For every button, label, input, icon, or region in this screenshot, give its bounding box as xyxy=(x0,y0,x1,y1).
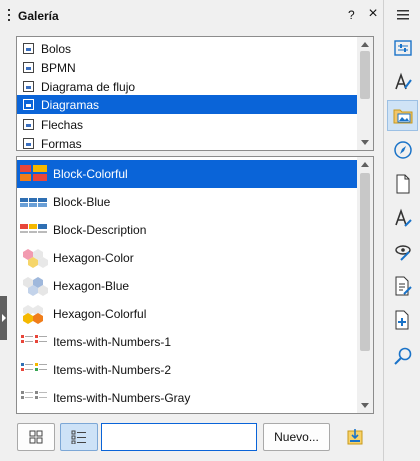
theme-item[interactable]: Formas xyxy=(17,134,357,151)
manage-changes-icon xyxy=(394,244,411,261)
scroll-thumb[interactable] xyxy=(360,173,370,351)
gallery-item-label: Block-Blue xyxy=(53,195,111,209)
sidebar-tabbar xyxy=(385,0,420,461)
detail-view-icon xyxy=(71,430,86,444)
sidebar-page[interactable] xyxy=(387,168,418,199)
gallery-toolbar: Nuevo... xyxy=(0,418,384,461)
navigator-icon xyxy=(393,140,412,159)
sidebar-style-inspector[interactable] xyxy=(387,202,418,233)
theme-label: BPMN xyxy=(41,60,76,75)
hexagon-blue-thumbnail-icon xyxy=(23,277,48,296)
theme-label: Bolos xyxy=(41,41,72,56)
find-icon xyxy=(393,347,411,365)
theme-list[interactable]: Bolos BPMN Diagrama de flujo Diagramas F… xyxy=(16,36,374,151)
gallery-item-label: Block-Description xyxy=(53,223,147,237)
collapse-handle[interactable] xyxy=(0,296,7,340)
theme-item[interactable]: BPMN xyxy=(17,58,357,77)
theme-folder-icon xyxy=(23,99,34,110)
scroll-up-arrow-icon[interactable] xyxy=(361,162,369,167)
insert-button[interactable] xyxy=(338,423,374,451)
theme-item[interactable]: Bolos xyxy=(17,39,357,58)
gallery-item-label: Hexagon-Blue xyxy=(53,279,130,293)
gallery-items-list[interactable]: Block-Colorful Block-Blue Block-Descript… xyxy=(16,156,374,414)
insert-into-document-icon xyxy=(347,429,363,445)
theme-list-scrollbar[interactable] xyxy=(357,37,373,150)
search-input[interactable] xyxy=(101,423,257,451)
gallery-list-scrollbar[interactable] xyxy=(357,157,373,413)
block-colorful-thumbnail-icon xyxy=(20,165,47,181)
theme-folder-icon xyxy=(23,43,34,54)
items-numbers-2-thumbnail-icon xyxy=(21,363,47,371)
drag-grip-icon[interactable] xyxy=(8,9,11,23)
gallery-item[interactable]: Block-Description xyxy=(17,216,358,244)
sidebar-manage-changes[interactable] xyxy=(387,236,418,267)
gallery-item-label: Hexagon-Colorful xyxy=(53,307,147,321)
scroll-up-arrow-icon[interactable] xyxy=(361,42,369,47)
gallery-item[interactable]: Block-Blue xyxy=(17,188,358,216)
panel-title: Galería xyxy=(18,9,59,23)
style-inspector-icon xyxy=(394,208,412,227)
gallery-item[interactable]: Items-with-Numbers-Gray xyxy=(17,384,358,412)
sidebar-navigator[interactable] xyxy=(387,134,418,165)
gallery-item-selected[interactable]: Block-Colorful xyxy=(17,160,358,188)
gallery-item-label: Items-with-Numbers-2 xyxy=(53,363,172,377)
icon-view-icon xyxy=(29,430,43,444)
gallery-item-label: Hexagon-Color xyxy=(53,251,134,265)
sidebar-master-pages[interactable] xyxy=(387,304,418,335)
hexagon-color-thumbnail-icon xyxy=(23,249,48,268)
hamburger-menu-icon xyxy=(396,10,409,20)
theme-label: Diagramas xyxy=(41,97,100,112)
close-button[interactable]: × xyxy=(366,5,380,23)
theme-label: Flechas xyxy=(41,117,84,132)
theme-folder-icon xyxy=(23,81,34,92)
block-blue-thumbnail-icon xyxy=(20,198,47,207)
new-theme-button[interactable]: Nuevo... xyxy=(263,423,330,451)
gallery-item[interactable]: Hexagon-Color xyxy=(17,244,358,272)
scroll-down-arrow-icon[interactable] xyxy=(361,403,369,408)
styles-icon xyxy=(394,72,412,89)
theme-item-selected[interactable]: Diagramas xyxy=(17,95,357,114)
help-button[interactable]: ? xyxy=(348,8,355,22)
page-icon xyxy=(396,174,409,193)
items-numbers-gray-thumbnail-icon xyxy=(21,391,47,399)
theme-item[interactable]: Flechas xyxy=(17,115,357,134)
block-description-thumbnail-icon xyxy=(20,224,47,233)
gallery-icon xyxy=(393,109,412,123)
sidebar-design[interactable] xyxy=(387,270,418,301)
gallery-item-label: Block-Colorful xyxy=(53,167,128,181)
panel-titlebar: Galería ? × xyxy=(0,0,384,32)
theme-label: Formas xyxy=(41,136,82,151)
scroll-thumb[interactable] xyxy=(360,51,370,99)
gallery-item[interactable]: Hexagon-Blue xyxy=(17,272,358,300)
detail-view-button[interactable] xyxy=(60,423,98,451)
theme-item[interactable]: Diagrama de flujo xyxy=(17,77,357,96)
icon-view-button[interactable] xyxy=(17,423,55,451)
gallery-item[interactable]: Hexagon-Colorful xyxy=(17,300,358,328)
gallery-item-label: Items-with-Numbers-1 xyxy=(53,335,172,349)
gallery-item[interactable]: Items-with-Numbers-1 xyxy=(17,328,358,356)
sidebar-menu-button[interactable] xyxy=(387,4,418,26)
sidebar-properties[interactable] xyxy=(387,32,418,63)
items-numbers-1-thumbnail-icon xyxy=(21,335,47,343)
sidebar-gallery[interactable] xyxy=(387,100,418,131)
gallery-item[interactable]: Items-with-Numbers-2 xyxy=(17,356,358,384)
master-pages-icon xyxy=(395,310,408,329)
sidebar-styles[interactable] xyxy=(387,66,418,97)
theme-folder-icon xyxy=(23,62,34,73)
theme-folder-icon xyxy=(23,119,34,130)
hexagon-colorful-thumbnail-icon xyxy=(23,305,43,324)
theme-folder-icon xyxy=(23,138,34,149)
gallery-item-label: Items-with-Numbers-Gray xyxy=(53,391,191,405)
scroll-down-arrow-icon[interactable] xyxy=(361,140,369,145)
design-icon xyxy=(395,276,412,295)
gallery-panel: Galería ? × Bolos BPMN Diagrama de flujo… xyxy=(0,0,384,461)
theme-label: Diagrama de flujo xyxy=(41,79,136,94)
sidebar-find[interactable] xyxy=(387,340,418,371)
new-theme-label: Nuevo... xyxy=(274,430,319,444)
properties-icon xyxy=(393,39,412,56)
